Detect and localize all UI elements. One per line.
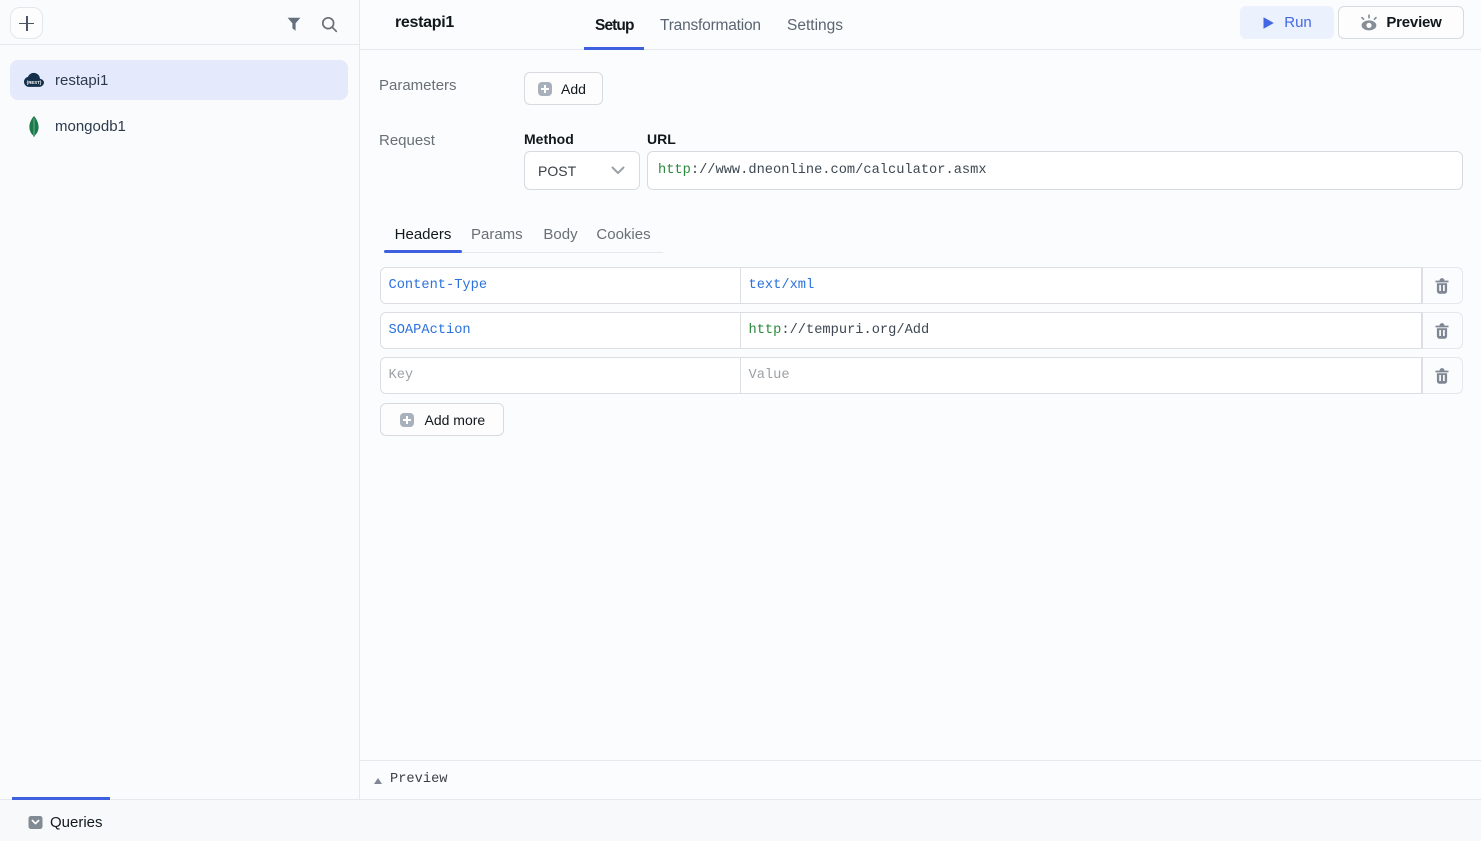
- svg-text:{REST}: {REST}: [27, 80, 42, 85]
